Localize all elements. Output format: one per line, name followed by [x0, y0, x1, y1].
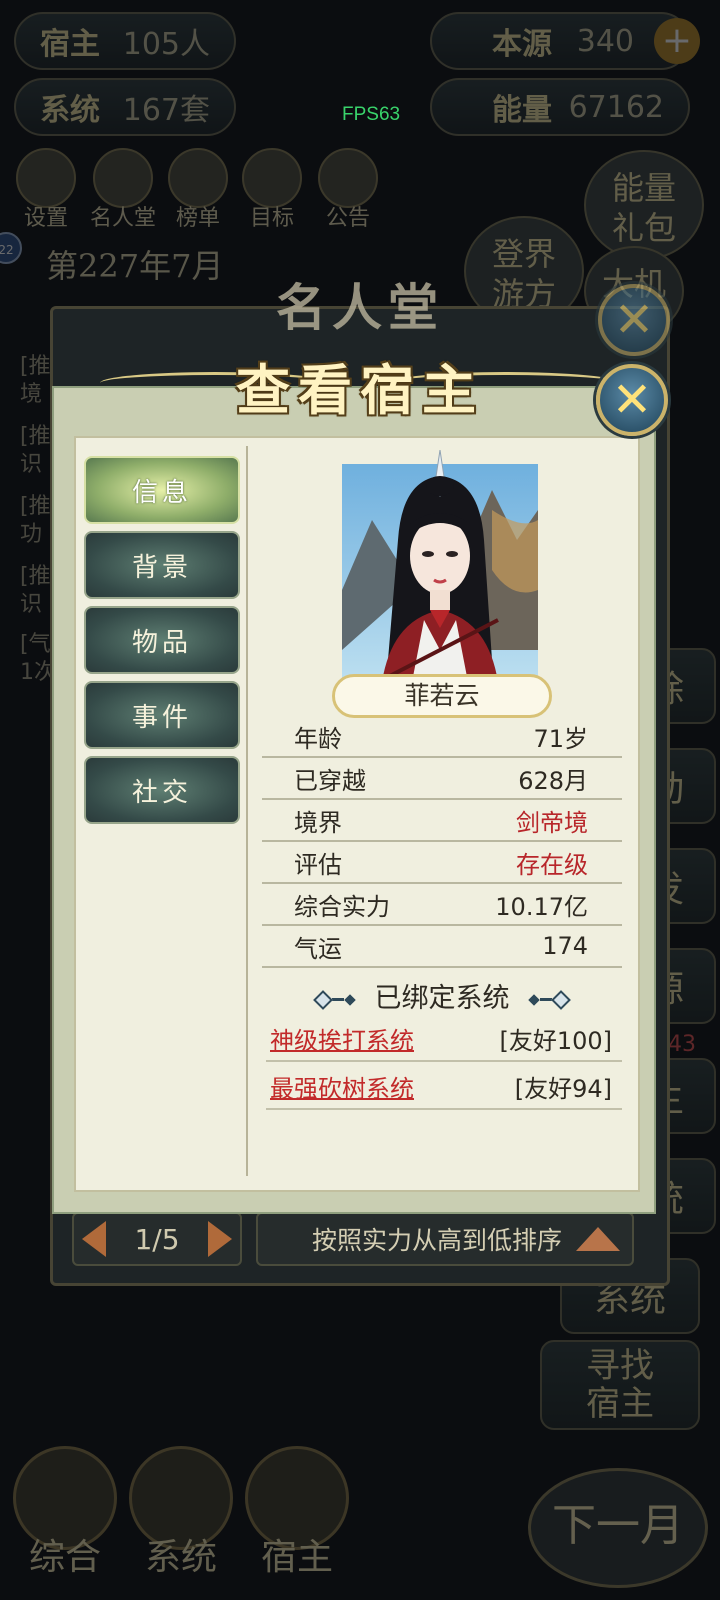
- tab-social[interactable]: 社交: [84, 756, 240, 824]
- notice-icon[interactable]: 公告: [316, 148, 380, 232]
- energy-gift-button[interactable]: 能量 礼包: [584, 150, 704, 260]
- info-row-realm: 境界 剑帝境: [262, 800, 622, 842]
- diamond-ornament-icon: [313, 989, 333, 1010]
- systems-stat[interactable]: 系统 167套: [14, 78, 236, 136]
- origin-value: 340: [576, 23, 634, 59]
- ranking-icon[interactable]: 榜单: [166, 148, 230, 232]
- info-row-age: 年龄 71岁: [262, 716, 622, 758]
- bound-system-row: 神级挨打系统 [友好100]: [266, 1016, 622, 1062]
- log-line: 识: [20, 452, 43, 477]
- info-row-power: 综合实力 10.17亿: [262, 884, 622, 926]
- info-key: 境界: [294, 808, 342, 837]
- fps-counter: FPS63: [342, 104, 401, 125]
- info-value: 10.17亿: [495, 892, 588, 921]
- info-value: 174: [542, 932, 588, 960]
- add-origin-plus-icon[interactable]: +: [654, 18, 700, 64]
- tab-system[interactable]: 系统: [126, 1446, 236, 1586]
- diamond-small-icon: [344, 993, 356, 1006]
- host-info-list: 年龄 71岁 已穿越 628月 境界 剑帝境 评估 存在级 综合实力 10.17…: [262, 716, 622, 968]
- system-link[interactable]: 神级挨打系统: [270, 1021, 414, 1056]
- bound-system-row: 最强砍树系统 [友好94]: [266, 1064, 622, 1110]
- hosts-label: 宿主: [40, 27, 100, 62]
- info-value: 存在级: [516, 850, 588, 879]
- info-row-rating: 评估 存在级: [262, 842, 622, 884]
- page-indicator: 1/5: [134, 1222, 180, 1256]
- system-friendship: [友好94]: [514, 1074, 612, 1103]
- energy-stat[interactable]: 能量 67162: [430, 78, 690, 136]
- tab-host-label: 宿主: [260, 1537, 333, 1578]
- next-page-icon[interactable]: [208, 1221, 232, 1257]
- notice-label: 公告: [325, 206, 370, 231]
- info-key: 已穿越: [294, 766, 366, 795]
- system-link[interactable]: 最强砍树系统: [270, 1069, 414, 1104]
- origin-stat[interactable]: 本源 340: [430, 12, 690, 70]
- info-key: 综合实力: [294, 892, 390, 921]
- close-icon[interactable]: ✕: [596, 364, 668, 436]
- tab-system-label: 系统: [144, 1537, 217, 1578]
- prev-page-icon[interactable]: [82, 1221, 106, 1257]
- settings-label: 设置: [23, 206, 68, 231]
- dialog-tabs: 信息 背景 物品 事件 社交: [84, 456, 240, 831]
- log-line: 功: [20, 522, 43, 547]
- diamond-small-icon: [528, 993, 540, 1006]
- tab-events[interactable]: 事件: [84, 681, 240, 749]
- tab-background[interactable]: 背景: [84, 531, 240, 599]
- next-month-button[interactable]: 下一月: [528, 1468, 708, 1588]
- count-badge: 43: [668, 1032, 696, 1057]
- origin-label: 本源: [492, 27, 552, 62]
- info-key: 气运: [294, 934, 342, 963]
- bound-systems-title: 已绑定系统: [374, 983, 510, 1014]
- systems-label: 系统: [40, 93, 100, 128]
- sort-direction-icon: [576, 1227, 620, 1251]
- log-line: 识: [20, 592, 43, 617]
- info-value: 剑帝境: [516, 808, 588, 837]
- host-name: 菲若云: [332, 674, 552, 718]
- ranking-label: 榜单: [175, 206, 220, 231]
- tab-general[interactable]: 综合: [10, 1446, 120, 1586]
- hosts-value: 105人: [122, 27, 210, 62]
- info-row-traveled: 已穿越 628月: [262, 758, 622, 800]
- info-key: 评估: [294, 850, 342, 879]
- goal-label: 目标: [249, 206, 294, 231]
- sort-button[interactable]: 按照实力从高到低排序: [256, 1212, 634, 1266]
- tab-general-label: 综合: [28, 1537, 101, 1578]
- bound-systems-heading: 已绑定系统: [262, 976, 622, 1015]
- vertical-divider: [246, 446, 248, 1176]
- systems-value: 167套: [122, 93, 210, 128]
- notification-badge: 22: [0, 232, 22, 264]
- energy-value: 67162: [568, 89, 664, 125]
- info-value: 71岁: [533, 724, 588, 753]
- hosts-stat[interactable]: 宿主 105人: [14, 12, 236, 70]
- hall-of-fame-label: 名人堂: [89, 206, 156, 231]
- info-value: 628月: [518, 766, 588, 795]
- info-row-luck: 气运 174: [262, 926, 622, 968]
- settings-icon[interactable]: 设置: [14, 148, 78, 232]
- info-key: 年龄: [294, 724, 342, 753]
- hall-of-fame-icon[interactable]: 名人堂: [86, 148, 160, 232]
- goal-icon[interactable]: 目标: [240, 148, 304, 232]
- system-friendship: [友好100]: [499, 1026, 612, 1055]
- host-portrait: [342, 449, 538, 682]
- energy-label: 能量: [492, 93, 552, 128]
- tab-info[interactable]: 信息: [84, 456, 240, 524]
- tab-host[interactable]: 宿主: [242, 1446, 352, 1586]
- diamond-ornament-icon: [551, 989, 571, 1010]
- tab-items[interactable]: 物品: [84, 606, 240, 674]
- find-host-button[interactable]: 寻找 宿主: [540, 1340, 700, 1430]
- pager: 1/5: [72, 1212, 242, 1266]
- sort-label: 按照实力从高到低排序: [311, 1226, 562, 1255]
